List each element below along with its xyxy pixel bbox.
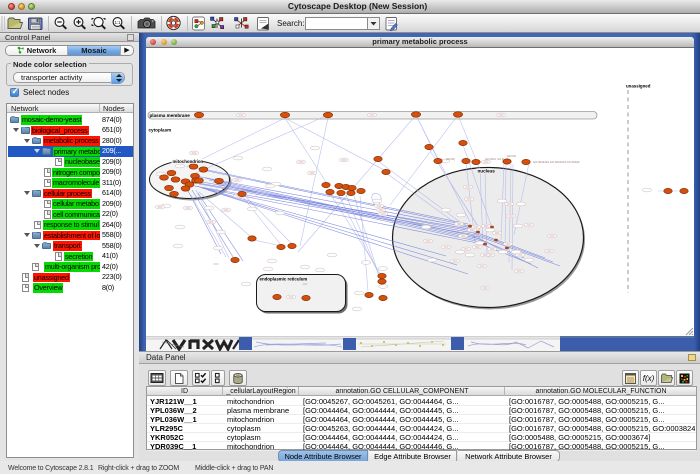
- svg-text:cytoplasm: cytoplasm: [149, 128, 172, 133]
- svg-text:1:1: 1:1: [115, 20, 121, 25]
- svg-text:Search:: Search:: [277, 19, 305, 28]
- svg-text:unassigned: unassigned: [626, 84, 651, 89]
- svg-text:mitochondrion: mitochondrion: [173, 159, 204, 164]
- svg-text:plasma membrane: plasma membrane: [150, 113, 191, 118]
- svg-text:GO:0044464 GO:0044444 GO:00444: GO:0044464 GO:0044444 GO:00444: [533, 160, 580, 164]
- svg-text:[GO:04]: [GO:04]: [507, 155, 516, 158]
- svg-text:[GO:00]: [GO:00]: [446, 158, 455, 161]
- svg-text:endoplasmic reticulum: endoplasmic reticulum: [260, 277, 308, 282]
- svg-text:[GO:0044, GO:4]: [GO:0044, GO:4]: [485, 158, 504, 161]
- svg-text:nucleus: nucleus: [478, 169, 496, 174]
